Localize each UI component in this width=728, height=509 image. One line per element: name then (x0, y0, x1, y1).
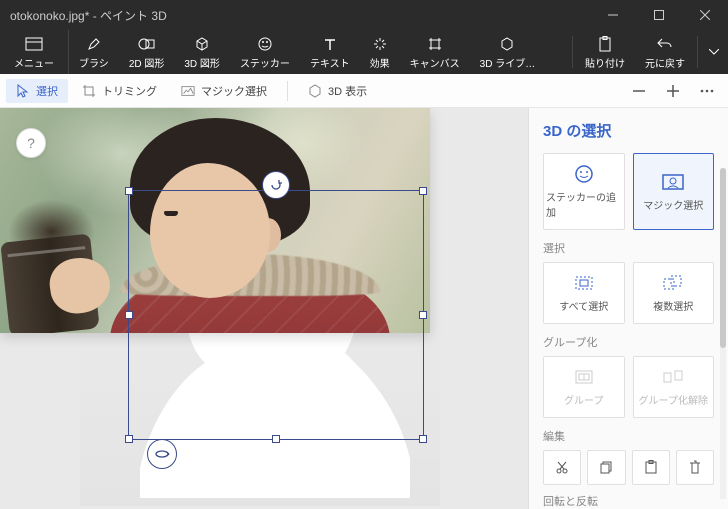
resize-handle[interactable] (125, 187, 133, 195)
toolbar: 選択 トリミング マジック選択 3D 表示 (0, 74, 728, 108)
help-button[interactable]: ? (16, 128, 46, 158)
crop-tool[interactable]: トリミング (72, 79, 167, 103)
crop-icon (82, 84, 96, 98)
3d-view-tool[interactable]: 3D 表示 (298, 79, 377, 103)
3d-library-icon (499, 35, 515, 53)
close-button[interactable] (682, 0, 728, 30)
2d-shapes-button[interactable]: 2D 図形 (119, 30, 175, 74)
sticker-icon (257, 35, 273, 53)
resize-handle[interactable] (419, 311, 427, 319)
undo-button[interactable]: 元に戻す (635, 30, 695, 74)
cursor-icon (16, 84, 30, 98)
zoom-out-button[interactable] (624, 77, 654, 105)
text-button[interactable]: テキスト (300, 30, 360, 74)
rotate-y-handle[interactable] (147, 439, 177, 469)
maximize-button[interactable] (636, 0, 682, 30)
3d-shapes-button[interactable]: 3D 図形 (174, 30, 230, 74)
section-group-label: グループ化 (543, 334, 714, 350)
rotate-z-handle[interactable] (262, 171, 290, 199)
minimize-button[interactable] (590, 0, 636, 30)
titlebar: otokonoko.jpg* - ペイント 3D (0, 0, 728, 30)
menu-button[interactable]: メニュー (0, 30, 69, 74)
magic-select-tool[interactable]: マジック選択 (171, 79, 277, 103)
resize-handle[interactable] (125, 311, 133, 319)
panel-title: 3D の選択 (543, 120, 714, 141)
sticker-button[interactable]: ステッカー (230, 30, 300, 74)
expand-ribbon-button[interactable] (700, 30, 728, 74)
section-select-label: 選択 (543, 240, 714, 256)
canvas-area[interactable]: ? (0, 108, 528, 509)
ribbon: メニュー ブラシ 2D 図形 3D 図形 ステッカー テキスト 効果 キャンバ (0, 30, 728, 74)
brush-button[interactable]: ブラシ (69, 30, 119, 74)
section-edit-label: 編集 (543, 428, 714, 444)
3d-view-icon (308, 84, 322, 98)
more-button[interactable] (692, 77, 722, 105)
3d-library-button[interactable]: 3D ライブ… (470, 30, 546, 74)
select-all-button[interactable]: すべて選択 (543, 262, 625, 324)
2d-shapes-icon (138, 35, 156, 53)
magic-select-card-icon (662, 172, 684, 192)
delete-button[interactable] (676, 450, 714, 485)
menu-label: メニュー (14, 55, 54, 70)
zoom-in-button[interactable] (658, 77, 688, 105)
resize-handle[interactable] (419, 435, 427, 443)
side-panel: 3D の選択 ステッカーの追加 マジック選択 選択 すべて選択 (528, 108, 728, 509)
paste-icon (598, 35, 612, 53)
effects-icon (372, 35, 388, 53)
group-button: グループ (543, 356, 625, 418)
panel-scrollbar-thumb[interactable] (720, 168, 726, 348)
copy-button[interactable] (587, 450, 625, 485)
ungroup-button: グループ化解除 (633, 356, 715, 418)
effects-button[interactable]: 効果 (360, 30, 400, 74)
canvas-button[interactable]: キャンバス (400, 30, 470, 74)
magic-select-card[interactable]: マジック選択 (633, 153, 715, 230)
select-tool[interactable]: 選択 (6, 79, 68, 103)
group-icon (575, 367, 593, 387)
menu-icon (25, 35, 43, 53)
3d-shapes-icon (194, 35, 210, 53)
undo-icon (657, 35, 673, 53)
ungroup-icon (663, 367, 683, 387)
text-icon (323, 35, 337, 53)
resize-handle[interactable] (272, 435, 280, 443)
add-sticker-button[interactable]: ステッカーの追加 (543, 153, 625, 230)
section-rotate-label: 回転と反転 (543, 493, 714, 509)
resize-handle[interactable] (419, 187, 427, 195)
cut-button[interactable] (543, 450, 581, 485)
selection-box[interactable] (128, 190, 424, 440)
multi-select-button[interactable]: 複数選択 (633, 262, 715, 324)
sticker-add-icon (574, 164, 594, 184)
paste-button[interactable]: 貼り付け (575, 30, 635, 74)
window-title: otokonoko.jpg* - ペイント 3D (0, 7, 590, 24)
multi-select-icon (663, 273, 683, 293)
paste-panel-button[interactable] (632, 450, 670, 485)
select-all-icon (575, 273, 593, 293)
resize-handle[interactable] (125, 435, 133, 443)
brush-icon (86, 35, 102, 53)
magic-select-icon (181, 84, 195, 98)
canvas-icon (427, 35, 443, 53)
